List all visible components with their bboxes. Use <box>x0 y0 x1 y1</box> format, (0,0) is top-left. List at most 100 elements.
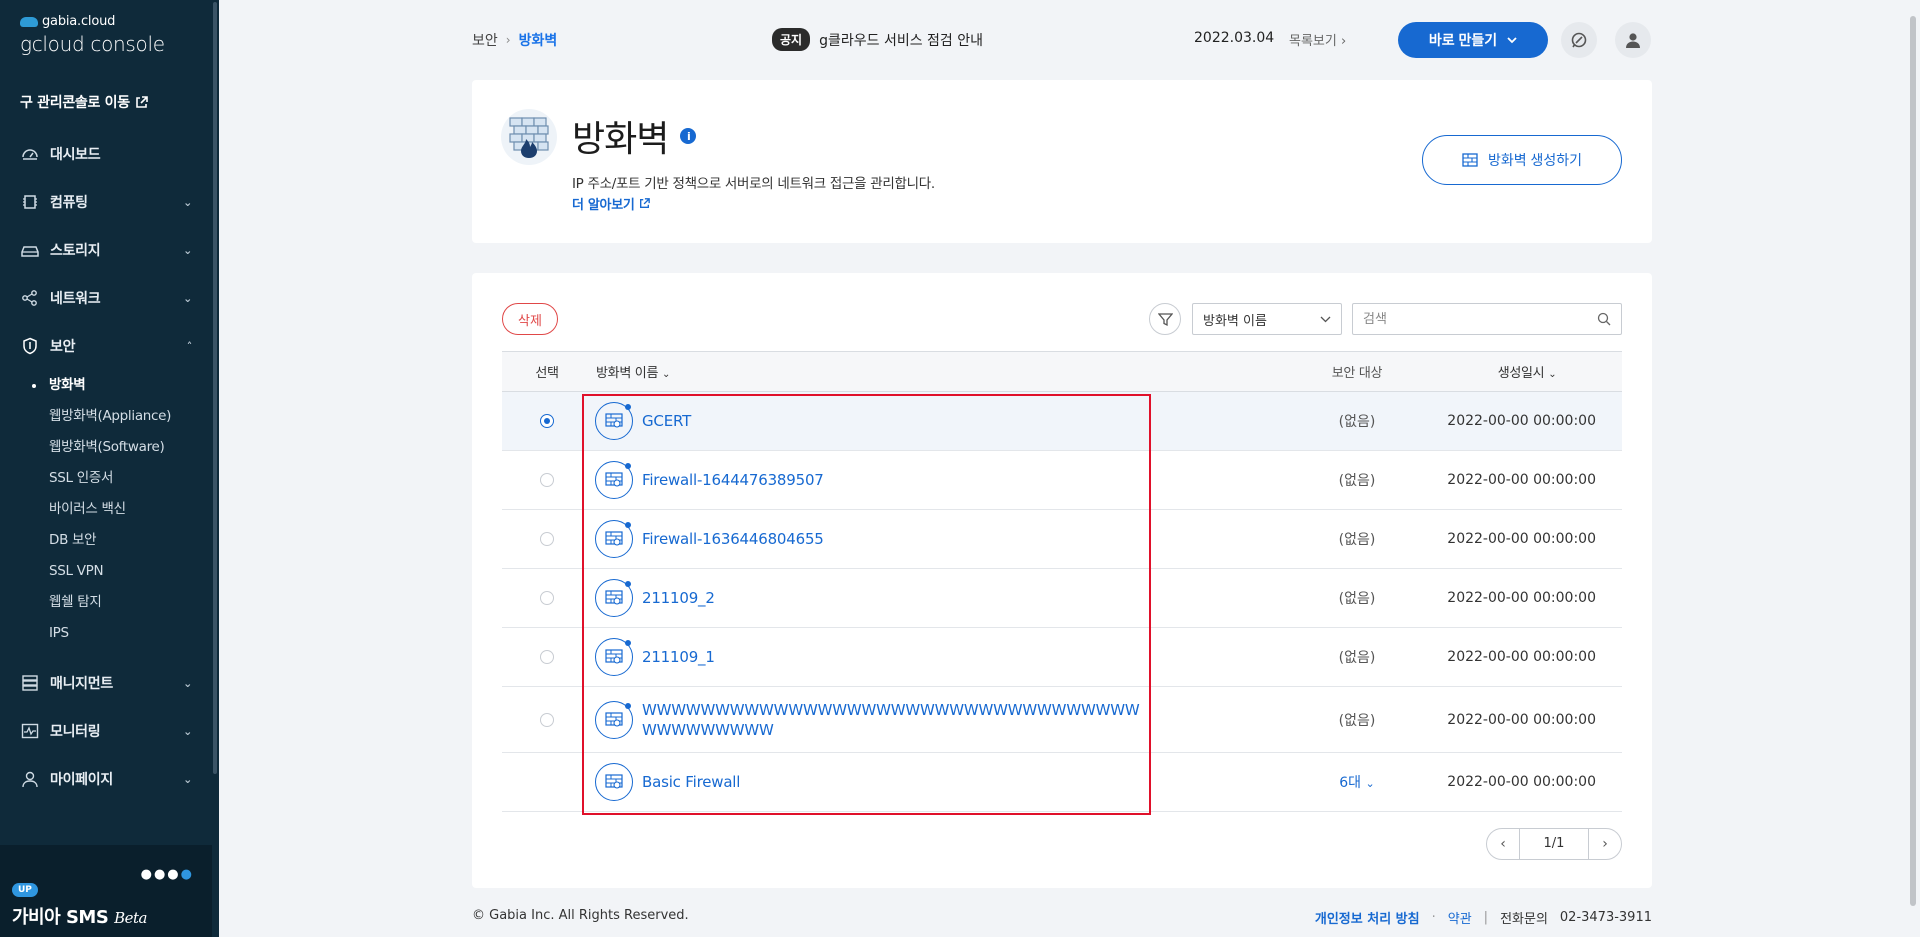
submenu-ssl-cert[interactable]: SSL 인증서 <box>0 463 212 494</box>
row-radio[interactable] <box>540 473 554 487</box>
security-target-count[interactable]: 6대 ⌄ <box>1339 775 1374 791</box>
submenu-webshell[interactable]: 웹쉘 탐지 <box>0 587 212 618</box>
sidebar-item-storage[interactable]: 스토리지 ⌄ <box>0 226 212 274</box>
firewall-name-link[interactable]: 211109_1 <box>642 647 715 667</box>
column-created[interactable]: 생성일시 ⌄ <box>1432 352 1622 392</box>
create-firewall-label: 방화벽 생성하기 <box>1487 152 1583 168</box>
table-row[interactable]: Firewall-1636446804655 (없음) 2022-00-00 0… <box>502 510 1622 569</box>
page-scrollbar[interactable] <box>1906 0 1920 937</box>
product-name: gcloud console <box>20 32 165 56</box>
page-title: 방화벽 <box>572 119 669 160</box>
submenu-antivirus[interactable]: 바이러스 백신 <box>0 494 212 525</box>
sidebar-item-label: 보안 <box>50 339 76 355</box>
submenu-waf-appliance[interactable]: 웹방화벽(Appliance) <box>0 401 212 432</box>
sidebar-item-computing[interactable]: 컴퓨팅 ⌄ <box>0 178 212 226</box>
firewall-name-link[interactable]: Basic Firewall <box>642 772 740 792</box>
chevron-down-icon <box>1320 316 1331 322</box>
sidebar-item-network[interactable]: 네트워크 ⌄ <box>0 274 212 322</box>
firewall-name-link[interactable]: GCERT <box>642 411 691 431</box>
firewall-icon <box>595 402 633 440</box>
chevron-down-icon: ⌄ <box>183 195 192 209</box>
sidebar-item-security[interactable]: 보안 ˄ <box>0 322 212 370</box>
submenu-db-security[interactable]: DB 보안 <box>0 525 212 556</box>
legacy-console-label: 구 관리콘솔로 이동 <box>20 95 130 111</box>
sidebar-item-mypage[interactable]: 마이페이지 ⌄ <box>0 755 212 803</box>
shield-icon <box>20 336 40 356</box>
firewall-name-link[interactable]: Firewall-1644476389507 <box>642 470 824 490</box>
notice-list-link[interactable]: 목록보기 › <box>1289 30 1346 49</box>
profile-button[interactable] <box>1615 22 1651 58</box>
row-radio[interactable] <box>540 414 554 428</box>
learn-more-link[interactable]: 더 알아보기 <box>572 194 650 213</box>
dashboard-icon <box>20 144 40 164</box>
firewall-name-link[interactable]: WWWWWWWWWWWWWWWWWWWWWWWWWWWWWWWWWWWWWWWW… <box>642 700 1152 740</box>
created-date: 2022-00-00 00:00:00 <box>1447 472 1596 488</box>
table-row[interactable]: WWWWWWWWWWWWWWWWWWWWWWWWWWWWWWWWWWWWWWWW… <box>502 687 1622 753</box>
notice-list-label: 목록보기 <box>1289 34 1337 49</box>
create-firewall-button[interactable]: 방화벽 생성하기 <box>1422 135 1622 185</box>
quick-create-button[interactable]: 바로 만들기 <box>1398 22 1548 58</box>
sms-promo[interactable]: ●●●● UP 가비아 SMS Beta <box>0 845 212 937</box>
sidebar-item-label: 모니터링 <box>50 724 101 740</box>
chevron-down-icon: ⌄ <box>183 291 192 305</box>
table-row[interactable]: Firewall-1644476389507 (없음) 2022-00-00 0… <box>502 451 1622 510</box>
filter-icon <box>1157 312 1173 326</box>
info-icon[interactable]: i <box>680 128 697 144</box>
submenu-firewall[interactable]: 방화벽 <box>0 370 212 401</box>
submenu-ips[interactable]: IPS <box>0 618 212 649</box>
page-description: IP 주소/포트 기반 정책으로 서버로의 네트워크 접근을 관리합니다. <box>572 176 935 192</box>
brand-name: gabia.cloud <box>42 14 116 29</box>
divider: | <box>1483 910 1489 925</box>
row-radio[interactable] <box>540 532 554 546</box>
submenu-waf-software[interactable]: 웹방화벽(Software) <box>0 432 212 463</box>
row-radio[interactable] <box>540 650 554 664</box>
search-field-select[interactable]: 방화벽 이름 <box>1192 303 1342 335</box>
row-radio[interactable] <box>540 591 554 605</box>
chevron-right-icon: › <box>505 33 511 47</box>
table-row[interactable]: GCERT (없음) 2022-00-00 00:00:00 <box>502 391 1622 451</box>
column-name[interactable]: 방화벽 이름 ⌄ <box>592 352 1282 392</box>
search-icon[interactable] <box>1597 312 1611 326</box>
logo[interactable]: gabia.cloud gcloud console <box>20 14 165 56</box>
up-badge: UP <box>12 883 38 897</box>
table-row[interactable]: Basic Firewall 6대 ⌄ 2022-00-00 00:00:00 <box>502 753 1622 812</box>
network-icon <box>20 288 40 308</box>
sidebar-item-management[interactable]: 매니지먼트 ⌄ <box>0 659 212 707</box>
support-chat-button[interactable] <box>1561 22 1597 58</box>
sidebar-item-monitoring[interactable]: 모니터링 ⌄ <box>0 707 212 755</box>
legacy-console-link[interactable]: 구 관리콘솔로 이동 <box>20 92 148 112</box>
chevron-down-icon: ⌄ <box>183 243 192 257</box>
chevron-down-icon: ⌄ <box>183 676 192 690</box>
sidebar-scrollbar[interactable] <box>212 0 219 937</box>
submenu-ssl-vpn[interactable]: SSL VPN <box>0 556 212 587</box>
table-row[interactable]: 211109_1 (없음) 2022-00-00 00:00:00 <box>502 628 1622 687</box>
created-date: 2022-00-00 00:00:00 <box>1447 590 1596 606</box>
notice-text[interactable]: g클라우드 서비스 점검 안내 <box>819 30 983 50</box>
column-select: 선택 <box>535 366 559 381</box>
filter-button[interactable] <box>1149 303 1181 335</box>
sidebar-item-dashboard[interactable]: 대시보드 <box>0 130 212 178</box>
prev-page-button[interactable]: ‹ <box>1487 829 1519 859</box>
breadcrumb-parent[interactable]: 보안 <box>472 30 498 50</box>
delete-button[interactable]: 삭제 <box>502 303 558 335</box>
more-dots-icon[interactable]: ●●●● <box>141 867 194 882</box>
firewall-name-link[interactable]: Firewall-1636446804655 <box>642 529 824 549</box>
chat-icon <box>1571 32 1587 48</box>
footer: © Gabia Inc. All Rights Reserved. 개인정보 처… <box>472 908 1652 927</box>
table-row[interactable]: 211109_2 (없음) 2022-00-00 00:00:00 <box>502 569 1622 628</box>
row-radio[interactable] <box>540 712 554 727</box>
cloud-logo-icon <box>20 16 38 27</box>
notice-banner[interactable]: 공지 g클라우드 서비스 점검 안내 <box>772 28 983 51</box>
chevron-down-icon: ⌄ <box>1365 777 1375 790</box>
firewall-table: 선택 방화벽 이름 ⌄ 보안 대상 생성일시 ⌄ GCERT (없음) 2022… <box>502 351 1622 812</box>
learn-more-label: 더 알아보기 <box>572 198 635 213</box>
notice-tag: 공지 <box>772 28 811 51</box>
breadcrumb: 보안 › 방화벽 <box>472 30 557 50</box>
security-target: (없음) <box>1338 591 1376 607</box>
firewall-name-link[interactable]: 211109_2 <box>642 588 715 608</box>
terms-link[interactable]: 약관 <box>1448 908 1472 927</box>
search-input[interactable] <box>1363 311 1597 327</box>
next-page-button[interactable]: › <box>1589 829 1621 859</box>
sidebar-item-label: 마이페이지 <box>50 772 113 788</box>
privacy-policy-link[interactable]: 개인정보 처리 방침 <box>1315 908 1420 927</box>
